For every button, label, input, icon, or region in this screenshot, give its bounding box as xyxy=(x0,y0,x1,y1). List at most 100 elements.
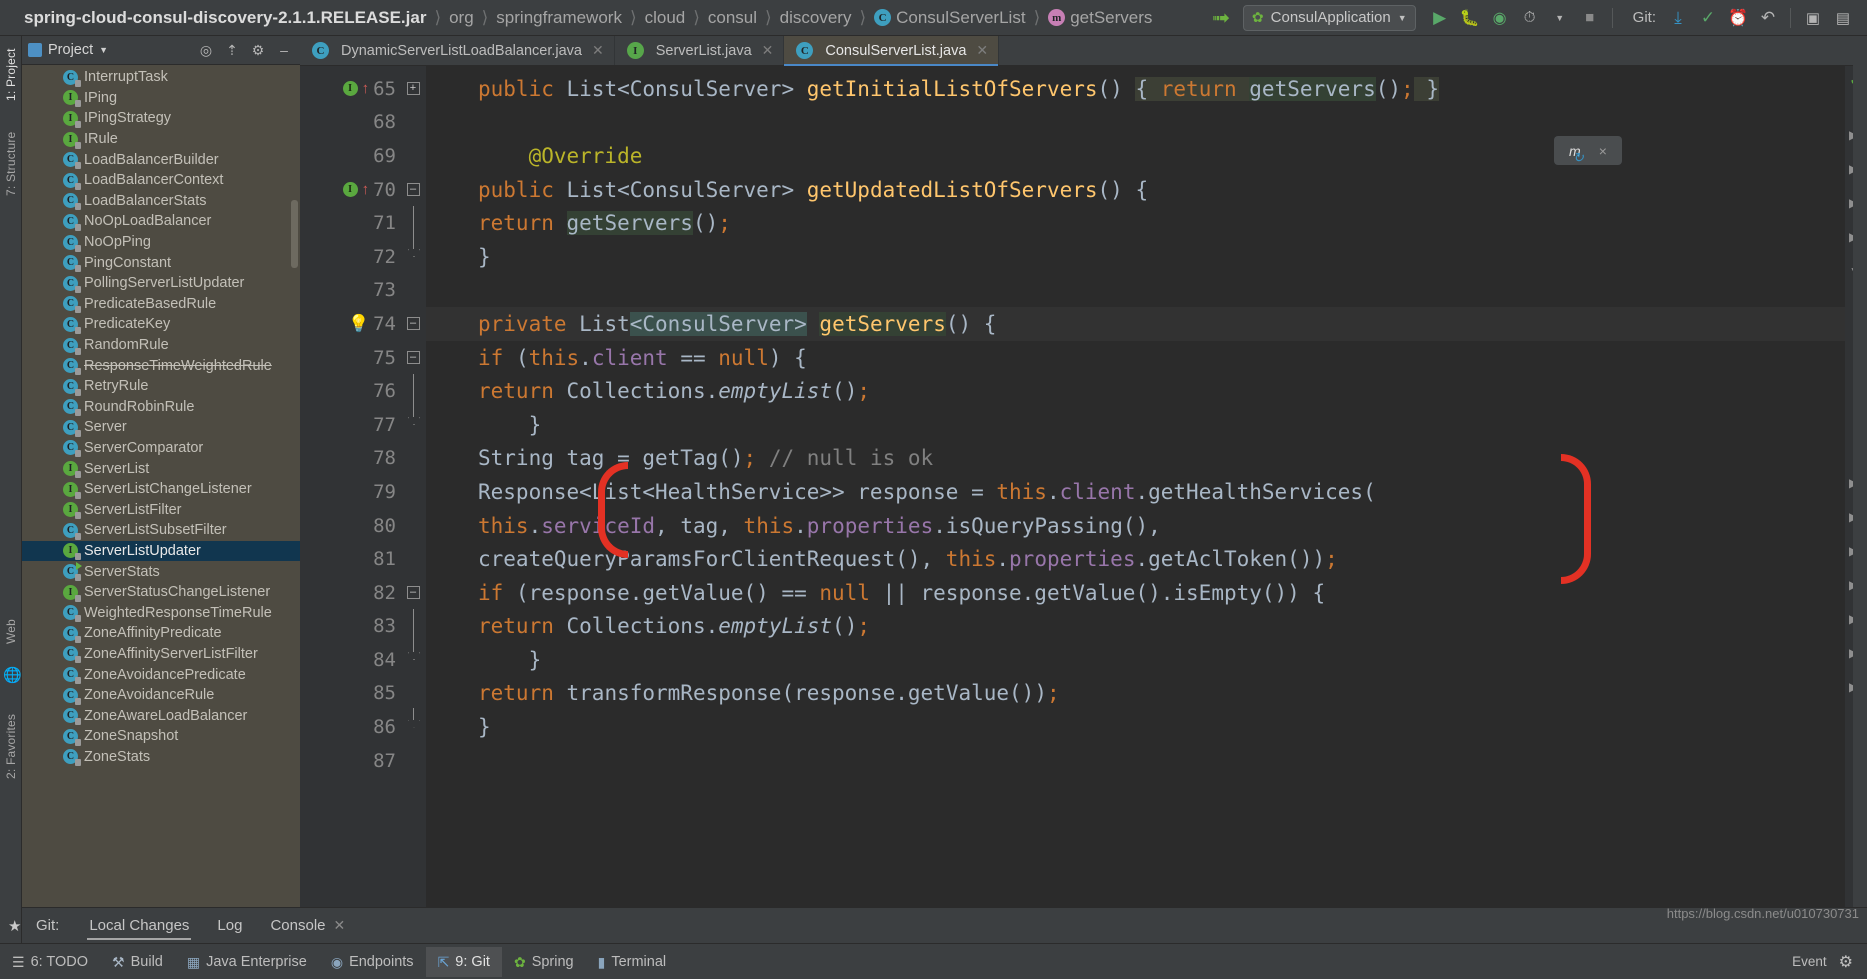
fold-region-75[interactable]: – xyxy=(400,341,426,375)
tree-item-iping[interactable]: I IPing xyxy=(22,88,300,109)
project-structure-icon[interactable]: ▣ xyxy=(1799,4,1827,32)
tree-item-interrupttask[interactable]: C InterruptTask xyxy=(22,67,300,88)
status-item-spring[interactable]: ✿ Spring xyxy=(502,947,586,977)
tab-console[interactable]: Console ✕ xyxy=(256,908,359,944)
tree-item-servercomparator[interactable]: C ServerComparator xyxy=(22,438,300,459)
tree-item-responsetimeweightedrule[interactable]: C ResponseTimeWeightedRule xyxy=(22,355,300,376)
status-item-build[interactable]: ⚒ Build xyxy=(100,947,175,977)
breadcrumb-item-cloud[interactable]: cloud xyxy=(645,8,686,28)
code-line-80[interactable]: this. serviceId, tag, this. properties .isQ… xyxy=(426,509,1845,543)
gear-icon[interactable]: ⚙ xyxy=(1839,952,1853,972)
tree-item-randomrule[interactable]: C RandomRule xyxy=(22,335,300,356)
code-line-71[interactable]: return getServers(); xyxy=(426,206,1845,240)
run-button[interactable]: ▶ xyxy=(1426,4,1454,32)
tree-item-predicatebasedrule[interactable]: C PredicateBasedRule xyxy=(22,294,300,315)
breadcrumb-item-springframework[interactable]: springframework xyxy=(496,8,622,28)
tree-item-nooploadbalancer[interactable]: C NoOpLoadBalancer xyxy=(22,211,300,232)
code-line-68[interactable] xyxy=(426,106,1845,140)
tree-item-serverlistsubsetfilter[interactable]: C ServerListSubsetFilter xyxy=(22,520,300,541)
tree-item-serverlist[interactable]: I ServerList xyxy=(22,458,300,479)
fold-collapse-icon[interactable]: – xyxy=(406,351,420,365)
tree-scrollbar[interactable] xyxy=(291,200,298,268)
tree-item-noopping[interactable]: C NoOpPing xyxy=(22,232,300,253)
breadcrumb-root[interactable]: spring-cloud-consul-discovery-2.1.1.RELE… xyxy=(24,8,426,28)
code-line-65[interactable]: public List<ConsulServer> getInitialList… xyxy=(426,72,1845,106)
collapse-all-icon[interactable]: ⇡ xyxy=(222,42,242,59)
code-line-85[interactable]: return transformResponse (response.getVal… xyxy=(426,677,1845,711)
breadcrumb-item-consulserverlist[interactable]: C ConsulServerList xyxy=(874,8,1026,28)
implements-marker-icon[interactable]: I xyxy=(342,81,358,97)
tree-item-roundrobinrule[interactable]: C RoundRobinRule xyxy=(22,397,300,418)
chevron-down-icon[interactable]: ▼ xyxy=(99,45,108,55)
code-line-73[interactable] xyxy=(426,274,1845,308)
breadcrumb-item-getservers[interactable]: m getServers xyxy=(1048,8,1152,28)
fold-collapse-icon[interactable]: – xyxy=(406,183,420,197)
fold-expand-icon[interactable]: + xyxy=(406,82,420,96)
code-line-83[interactable]: return Collections. emptyList(); xyxy=(426,610,1845,644)
history-icon[interactable]: ⏰ xyxy=(1724,4,1752,32)
status-item-todo[interactable]: ☰ 6: TODO xyxy=(0,947,100,977)
tree-item-irule[interactable]: I IRule xyxy=(22,129,300,150)
tree-item-loadbalancerstats[interactable]: C LoadBalancerStats xyxy=(22,191,300,212)
fold-region-82[interactable]: – xyxy=(400,576,426,610)
tab-log[interactable]: Log xyxy=(203,908,256,944)
editor-tab-dynamicserverlistloadbalancer[interactable]: C DynamicServerListLoadBalancer.java ✕ xyxy=(300,36,615,65)
tree-item-ipingstrategy[interactable]: I IPingStrategy xyxy=(22,108,300,129)
close-icon[interactable]: ✕ xyxy=(592,42,604,59)
code-line-81[interactable]: createQueryParamsForClientRequest(), thi… xyxy=(426,542,1845,576)
project-tree[interactable]: C InterruptTask I IPing I IPingStrategy I IRule… xyxy=(22,65,300,943)
tool-window-button-structure[interactable]: 7: Structure xyxy=(1,118,21,210)
fold-region-74[interactable]: – xyxy=(400,307,426,341)
close-icon[interactable]: ✕ xyxy=(334,917,346,934)
close-icon[interactable]: ✕ xyxy=(976,42,988,59)
chevron-down-icon[interactable]: ▼ xyxy=(1546,4,1574,32)
tree-item-loadbalancerbuilder[interactable]: C LoadBalancerBuilder xyxy=(22,149,300,170)
tree-item-serverlistchangelistener[interactable]: I ServerListChangeListener xyxy=(22,479,300,500)
run-with-coverage-button[interactable]: ◉ xyxy=(1486,4,1514,32)
fold-collapse-icon[interactable]: – xyxy=(406,317,420,331)
code-line-86[interactable]: } xyxy=(426,710,1845,744)
close-icon[interactable]: × xyxy=(1599,143,1607,159)
tree-item-serverstats[interactable]: C ServerStats xyxy=(22,561,300,582)
tool-window-button-web[interactable]: Web xyxy=(1,606,21,656)
fold-region-70[interactable]: – xyxy=(400,173,426,207)
editor-tab-consulserverlist[interactable]: C ConsulServerList.java ✕ xyxy=(784,36,1000,66)
event-log-label[interactable]: Event xyxy=(1792,954,1827,969)
favorites-star-icon[interactable]: ★ xyxy=(8,917,21,935)
settings-icon[interactable]: ▤ xyxy=(1829,4,1857,32)
mybatis-floating-widget[interactable]: m × xyxy=(1554,136,1622,166)
code-line-78[interactable]: String tag = getTag(); // null is ok xyxy=(426,442,1845,476)
code-line-74[interactable]: private List < ConsulServer > getServers() … xyxy=(426,307,1845,341)
tree-item-serverstatuschangelistener[interactable]: I ServerStatusChangeListener xyxy=(22,582,300,603)
fold-region-65[interactable]: + xyxy=(400,72,426,106)
locate-icon[interactable]: ◎ xyxy=(196,42,216,59)
editor-gutter[interactable]: I ↑ 65 68 69 I ↑ 70 71 72 73 💡 74 75 76 … xyxy=(300,66,400,943)
tree-item-zoneawareloadbalancer[interactable]: C ZoneAwareLoadBalancer xyxy=(22,705,300,726)
code-line-84[interactable]: } xyxy=(426,643,1845,677)
code-line-69[interactable]: @Override xyxy=(426,139,1845,173)
commit-icon[interactable]: ✓ xyxy=(1694,4,1722,32)
editor-tab-serverlist[interactable]: I ServerList.java ✕ xyxy=(615,36,785,65)
tree-item-serverlistupdater[interactable]: I ServerListUpdater xyxy=(22,540,300,562)
rollback-icon[interactable]: ↶ xyxy=(1754,4,1782,32)
close-icon[interactable]: ✕ xyxy=(762,42,774,59)
run-configuration-selector[interactable]: ✿ ConsulApplication ▼ xyxy=(1242,4,1416,31)
debug-button[interactable]: 🐛 xyxy=(1456,4,1484,32)
stop-button[interactable]: ■ xyxy=(1576,4,1604,32)
settings-icon[interactable]: ⚙ xyxy=(248,42,268,59)
tool-window-button-favorites[interactable]: 2: Favorites xyxy=(1,696,21,796)
breadcrumb-item-consul[interactable]: consul xyxy=(708,8,757,28)
code-line-79[interactable]: Response<List<HealthService>> response =… xyxy=(426,475,1845,509)
code-line-82[interactable]: if (response.getValue() == null || respo… xyxy=(426,576,1845,610)
status-item-git[interactable]: ⇱ 9: Git xyxy=(425,946,502,977)
code-line-87[interactable] xyxy=(426,744,1845,778)
status-item-endpoints[interactable]: ◉ Endpoints xyxy=(319,947,426,977)
breadcrumb-item-org[interactable]: org xyxy=(449,8,474,28)
code-line-70[interactable]: public List<ConsulServer> getUpdatedList… xyxy=(426,173,1845,207)
tree-item-server[interactable]: C Server xyxy=(22,417,300,438)
tab-local-changes[interactable]: Local Changes xyxy=(75,908,203,944)
tool-window-button-project[interactable]: 1: Project xyxy=(1,36,21,114)
tree-item-zonestats[interactable]: C ZoneStats xyxy=(22,747,300,768)
fold-collapse-icon[interactable]: – xyxy=(406,586,420,600)
tree-item-predicatekey[interactable]: C PredicateKey xyxy=(22,314,300,335)
